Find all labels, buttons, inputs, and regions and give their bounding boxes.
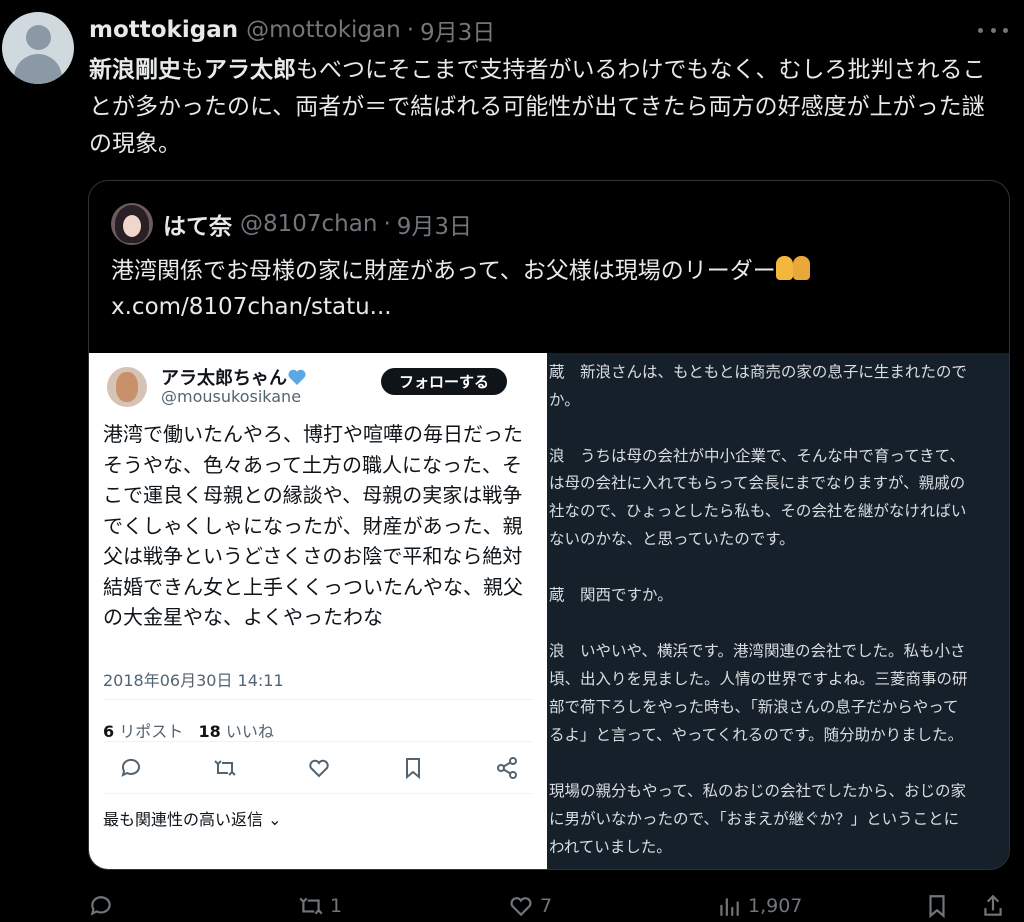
quote-date: 9月3日 xyxy=(396,214,473,240)
quote-text: 港湾関係でお母様の家に財産があって、お父様は現場のリーダー xyxy=(111,253,991,290)
follow-button: フォローする xyxy=(381,368,507,395)
tweet-text-bold-3: アラ太郎 xyxy=(204,57,296,83)
excerpt-line: 社なので、ひょっとしたら私も、その会社を継がなければい xyxy=(549,502,967,520)
retweet-icon xyxy=(214,760,236,776)
like-count: 7 xyxy=(540,895,553,917)
quote-author-name: はて奈 xyxy=(163,214,232,240)
tweet-text: 新浪剛史もアラ太郎もべつにそこまで支持者がいるわけでもなく、むしろ批判されること… xyxy=(89,52,1004,163)
replies-sort: 最も関連性の高い返信 ⌄ xyxy=(103,806,282,830)
embedded-tweet-screenshot: アラ太郎ちゃん @mousukosikane フォローする 港湾で働いたんやろ、… xyxy=(89,353,547,869)
likes-label: いいね xyxy=(225,722,274,741)
excerpt-line: は母の会社に入れてもらって会長にまでなりますが、親戚の xyxy=(549,474,966,492)
excerpt-line: るよ」と言って、やってくれるのです。随分助かりました。 xyxy=(549,726,964,744)
separator-dot: · xyxy=(406,17,414,43)
bookmark-button[interactable] xyxy=(924,893,950,919)
heart-icon xyxy=(309,759,329,778)
views-count: 1,907 xyxy=(748,895,803,917)
views-button[interactable]: 1,907 xyxy=(716,893,802,919)
excerpt-line: 浪 いやいや、横浜です。港湾関連の会社でした。私も小さ xyxy=(549,642,966,660)
share-button[interactable] xyxy=(980,893,1006,919)
reply-icon xyxy=(121,758,140,777)
excerpt-line: われていました。 xyxy=(549,838,672,856)
heart-icon xyxy=(510,897,532,917)
excerpt-line: か。 xyxy=(549,391,580,409)
bookmark-icon xyxy=(929,895,945,919)
card-actions xyxy=(119,756,519,786)
card-stats: 6 リポスト 18 いいね xyxy=(103,718,274,742)
quote-author-handle: @8107chan xyxy=(240,211,378,237)
more-options-icon[interactable] xyxy=(978,22,1008,38)
family-emoji-icon xyxy=(775,254,810,282)
chevron-down-icon: ⌄ xyxy=(268,810,282,829)
excerpt-line: 浪 うちは母の会社が中小企業で、そんな中で育ってきて、 xyxy=(549,447,965,465)
like-button[interactable]: 7 xyxy=(508,893,552,919)
card-body: 港湾で働いたんやろ、博打や喧嘩の毎日だったそうやな、色々あって土方の職人になった… xyxy=(103,422,523,629)
tweet-action-bar: 1 7 1,907 xyxy=(88,893,1010,922)
quote-text-content: 港湾関係でお母様の家に財産があって、お父様は現場のリーダー xyxy=(111,258,776,284)
retweet-count: 1 xyxy=(330,895,343,917)
author-avatar[interactable] xyxy=(2,12,74,84)
card-avatar xyxy=(107,367,147,407)
divider xyxy=(103,699,533,700)
excerpt-line: ないのかな、と思っていたのです。 xyxy=(549,530,795,548)
replies-sort-label: 最も関連性の高い返信 xyxy=(103,810,264,829)
quote-author-avatar xyxy=(111,203,153,245)
excerpt-line: 頃、出入りを見ました。人情の世界ですよね。三菱商事の研 xyxy=(549,670,968,688)
tweet-text-part-2: も xyxy=(181,57,204,83)
author-handle[interactable]: @mottokigan xyxy=(246,17,401,43)
author-name[interactable]: mottokigan xyxy=(89,17,238,43)
excerpt-line: 部で荷下ろしをやった時も、「新浪さんの息子だからやって xyxy=(549,698,959,716)
article-excerpt-image: 蔵 新浪さんは、もともとは商売の家の息子に生まれたので か。 浪 うちは母の会社… xyxy=(547,353,1009,869)
likes-count: 18 xyxy=(198,722,221,741)
reply-icon xyxy=(90,896,111,916)
divider xyxy=(103,793,533,794)
quote-header: はて奈 @8107chan · 9月3日 xyxy=(163,207,472,241)
tweet-text-bold-1: 新浪剛史 xyxy=(89,57,181,83)
card-date: 2018年06月30日 14:11 xyxy=(103,671,284,690)
excerpt-line: に男がいなかったので、「おまえが継ぐか？」ということに xyxy=(549,810,960,828)
excerpt-line: 現場の親分もやって、私のおじの会社でしたから、おじの家 xyxy=(549,782,966,800)
share-icon xyxy=(984,894,1002,916)
separator-dot: · xyxy=(383,211,391,237)
reposts-label: リポスト xyxy=(119,722,184,741)
tweet-header: mottokigan @mottokigan · 9月3日 xyxy=(89,14,495,46)
blue-heart-icon xyxy=(288,369,306,385)
excerpt-line: 蔵 新浪さんは、もともとは商売の家の息子に生まれたので xyxy=(549,363,967,381)
retweet-icon xyxy=(299,897,323,915)
share-icon xyxy=(497,757,517,779)
quote-link[interactable]: x.com/8107chan/statu... xyxy=(111,289,392,326)
views-chart-icon xyxy=(720,898,739,916)
reposts-count: 6 xyxy=(103,722,115,741)
excerpt-line: 蔵 関西ですか。 xyxy=(549,586,673,604)
card-handle: @mousukosikane xyxy=(161,387,302,406)
retweet-button[interactable]: 1 xyxy=(298,893,342,919)
tweet-date[interactable]: 9月3日 xyxy=(420,13,495,47)
divider xyxy=(103,741,533,742)
card-name-text: アラ太郎ちゃん xyxy=(161,368,287,389)
bookmark-icon xyxy=(406,758,420,780)
quoted-tweet[interactable]: はて奈 @8107chan · 9月3日 港湾関係でお母様の家に財産があって、お… xyxy=(88,180,1010,870)
reply-button[interactable] xyxy=(88,893,120,919)
